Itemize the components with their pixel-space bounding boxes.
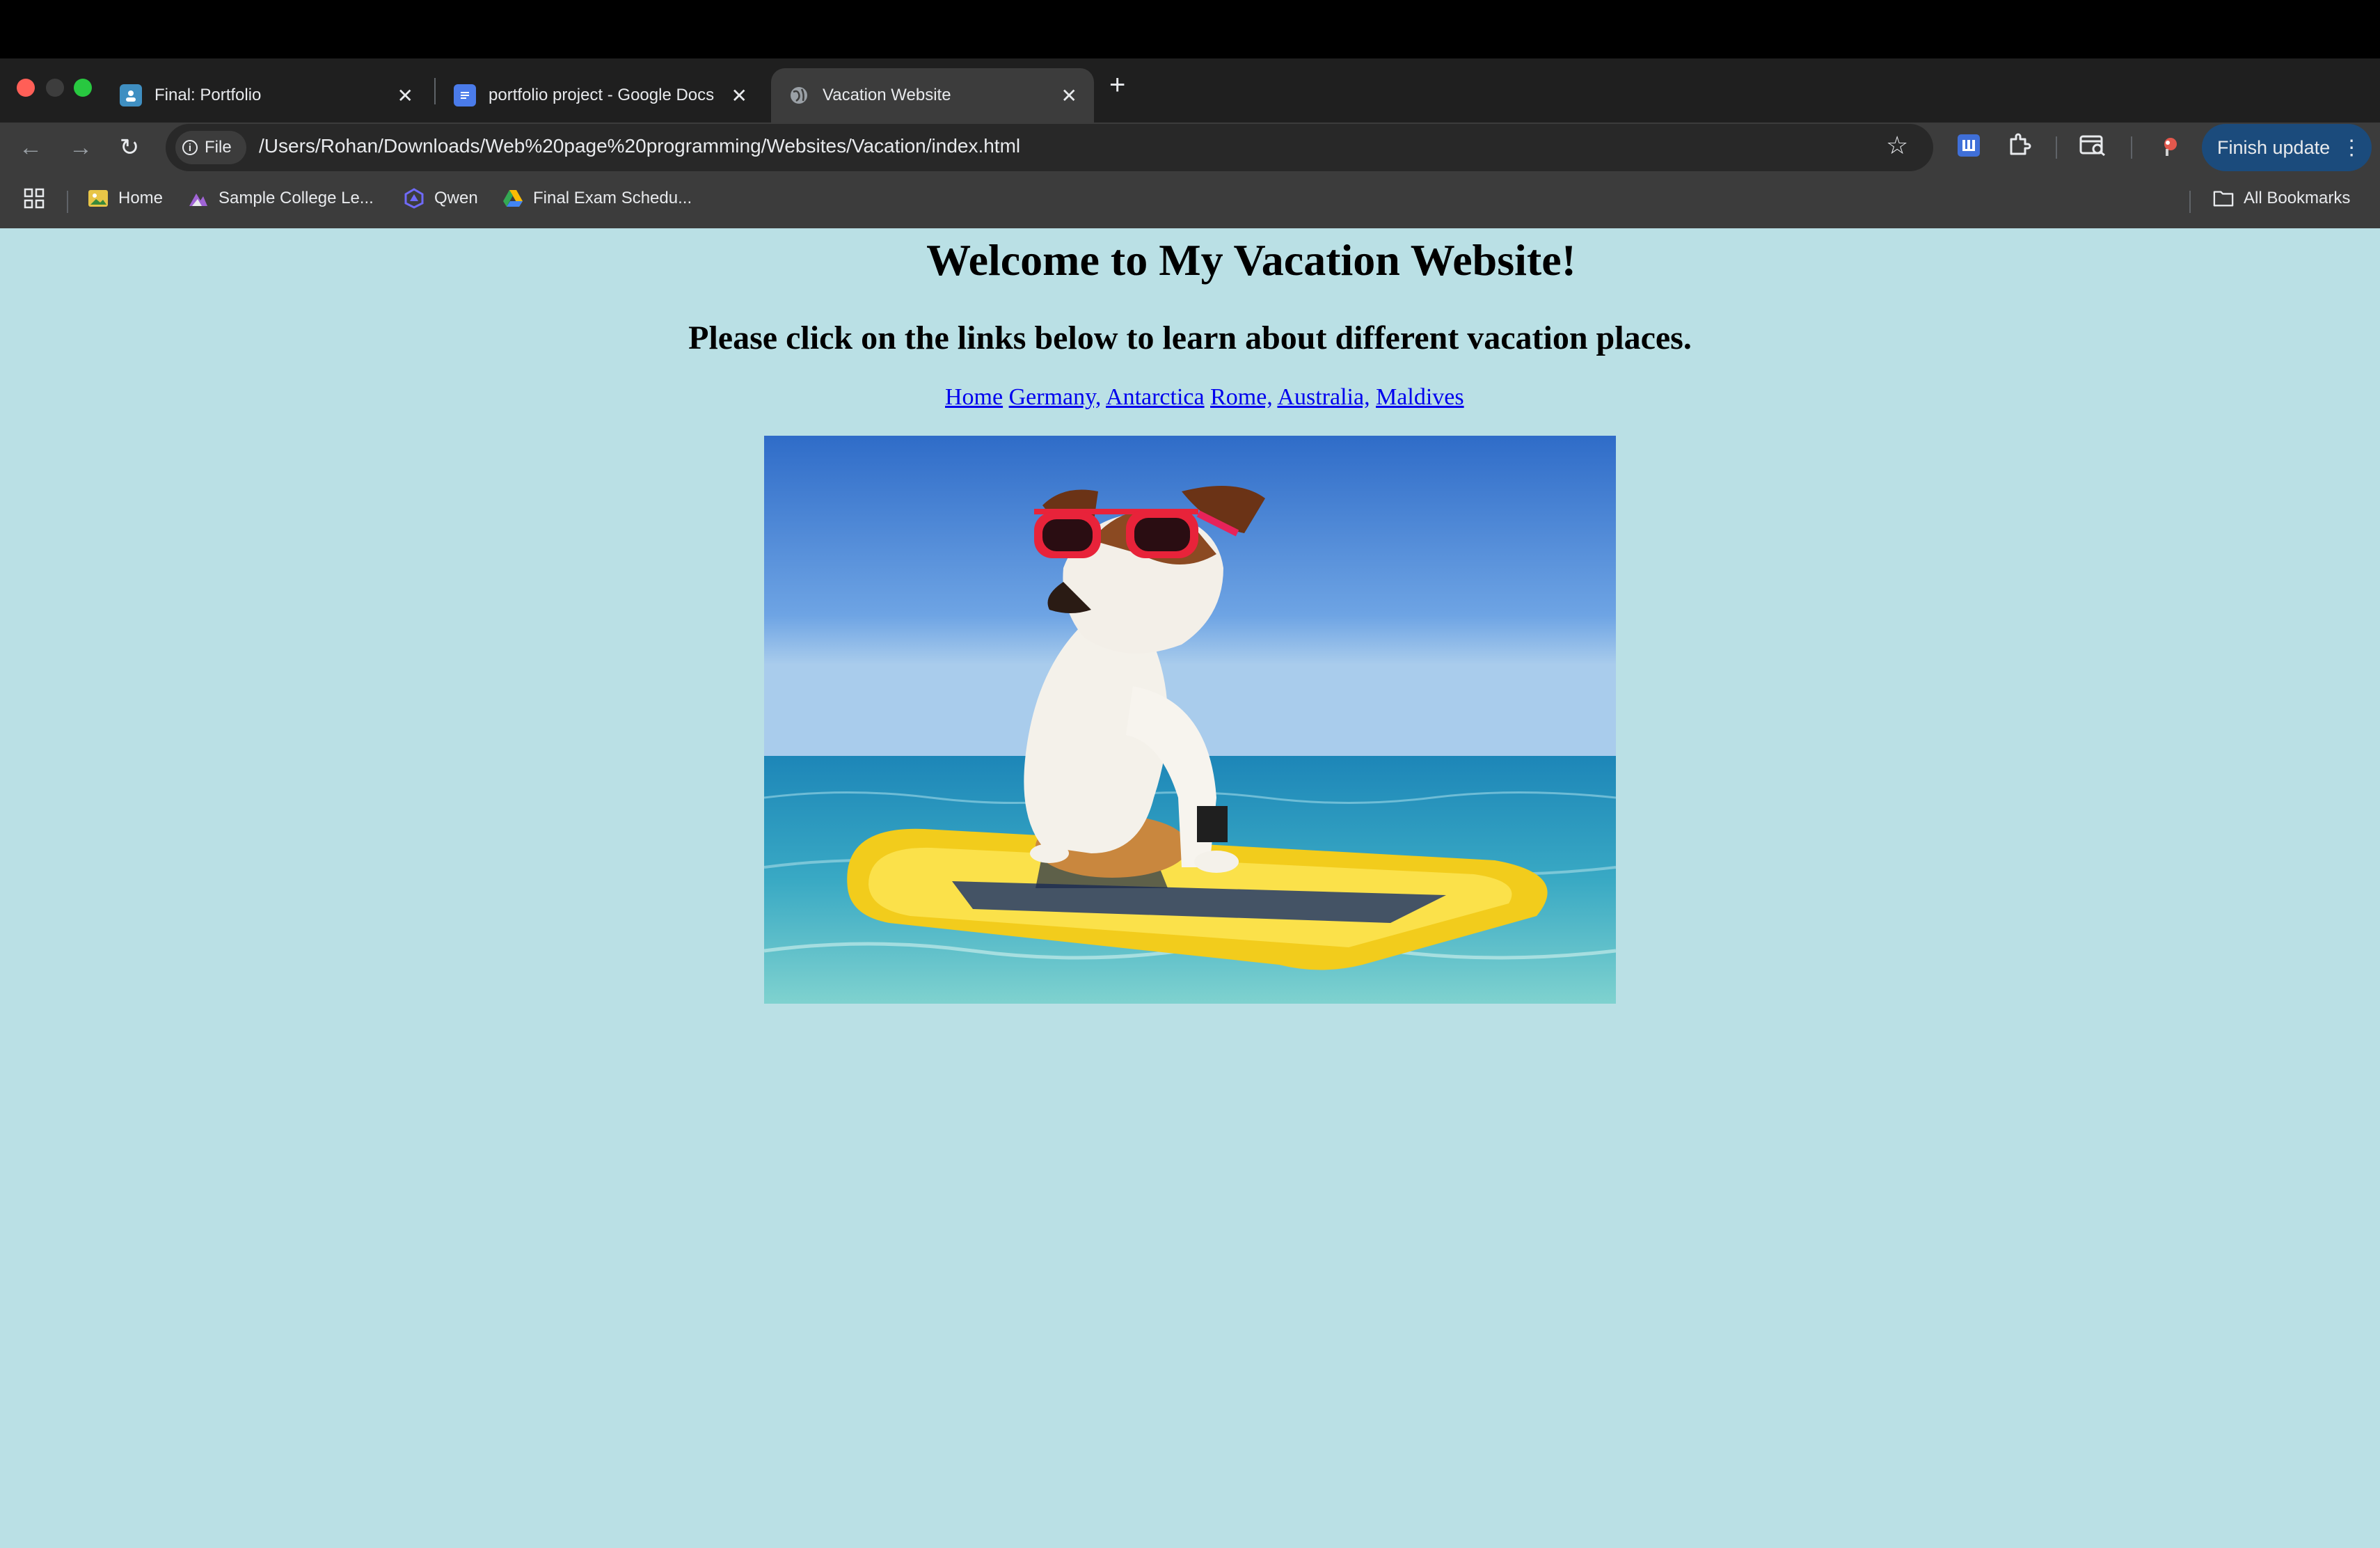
link-home[interactable]: Home [945, 384, 1003, 410]
bookmark-star-icon[interactable]: ☆ [1886, 131, 1908, 160]
bookmarks-divider [67, 191, 68, 213]
link-maldives[interactable]: Maldives [1376, 384, 1464, 410]
dog-surfboard-photo [764, 436, 1616, 1004]
bookmark-label: Home [118, 189, 164, 207]
qwen-icon [404, 188, 425, 209]
minimize-window-button[interactable] [46, 79, 64, 97]
apps-grid-icon[interactable] [24, 188, 45, 209]
close-window-button[interactable] [17, 79, 35, 97]
site-info-chip[interactable]: i File [175, 131, 246, 164]
bookmark-final-exam[interactable]: Final Exam Schedu... [502, 188, 692, 209]
more-menu-icon[interactable]: ⋮ [2341, 136, 2362, 160]
maximize-window-button[interactable] [74, 79, 92, 97]
link-separator [1205, 384, 1211, 410]
bookmark-label: Sample College Le... [219, 189, 374, 207]
all-bookmarks-label: All Bookmarks [2244, 189, 2351, 207]
new-tab-button[interactable]: + [1109, 70, 1125, 101]
home-picture-icon [88, 188, 109, 209]
chip-label: File [205, 138, 232, 157]
bookmark-qwen[interactable]: Qwen [404, 188, 478, 209]
tab-search-icon[interactable] [2079, 134, 2107, 163]
all-bookmarks[interactable]: All Bookmarks [2213, 188, 2350, 209]
extension-m-icon[interactable] [1957, 134, 1981, 163]
extensions-puzzle-icon[interactable] [2006, 132, 2032, 164]
bookmarks-divider [2189, 191, 2191, 213]
link-australia[interactable]: Australia, [1277, 384, 1370, 410]
folder-icon [2213, 188, 2234, 209]
close-icon[interactable]: ✕ [397, 84, 413, 107]
globe-icon [788, 84, 810, 106]
menu-bar [0, 0, 2380, 58]
url-text[interactable]: /Users/Rohan/Downloads/Web%20page%20prog… [259, 135, 1020, 157]
link-separator [1370, 384, 1377, 410]
college-icon [188, 188, 209, 209]
vacation-nav-links: Home Germany, Antarctica Rome, Australia… [945, 384, 1464, 411]
link-antarctica[interactable]: Antarctica [1106, 384, 1205, 410]
tab-title: Vacation Website [823, 86, 951, 104]
close-icon[interactable]: ✕ [1061, 84, 1077, 107]
google-docs-icon [454, 84, 476, 106]
bookmark-home[interactable]: Home [88, 188, 163, 209]
portfolio-icon [120, 84, 142, 106]
bookmark-label: Final Exam Schedu... [533, 189, 692, 207]
finish-update-label: Finish update [2217, 136, 2331, 158]
toolbar-divider [2056, 136, 2057, 159]
bookmark-sample-college[interactable]: Sample College Le... [188, 188, 374, 209]
reload-button[interactable]: ↻ [111, 129, 148, 166]
tab-vacation-website[interactable]: Vacation Website ✕ [771, 68, 1094, 123]
link-separator [1003, 384, 1009, 410]
tab-portfolio-project[interactable]: portfolio project - Google Docs ✕ [437, 68, 764, 123]
google-drive-icon [502, 188, 523, 209]
forward-button[interactable]: → [63, 129, 99, 166]
toolbar-divider [2131, 136, 2132, 159]
tab-final-portfolio[interactable]: Final: Portfolio ✕ [103, 68, 430, 123]
info-icon: i [182, 140, 198, 155]
tab-title: Final: Portfolio [154, 86, 262, 104]
page-heading: Welcome to My Vacation Website! [926, 235, 1576, 285]
close-icon[interactable]: ✕ [731, 84, 747, 107]
link-germany[interactable]: Germany, [1009, 384, 1102, 410]
page-subheading: Please click on the links below to learn… [688, 319, 1692, 356]
tab-title: portfolio project - Google Docs [489, 86, 715, 104]
tab-divider [434, 78, 436, 104]
link-rome[interactable]: Rome, [1210, 384, 1273, 410]
profile-avatar-icon[interactable] [2159, 134, 2182, 163]
bookmark-label: Qwen [434, 189, 478, 207]
finish-update-button[interactable]: Finish update ⋮ [2202, 124, 2372, 171]
back-button[interactable]: ← [13, 129, 49, 166]
